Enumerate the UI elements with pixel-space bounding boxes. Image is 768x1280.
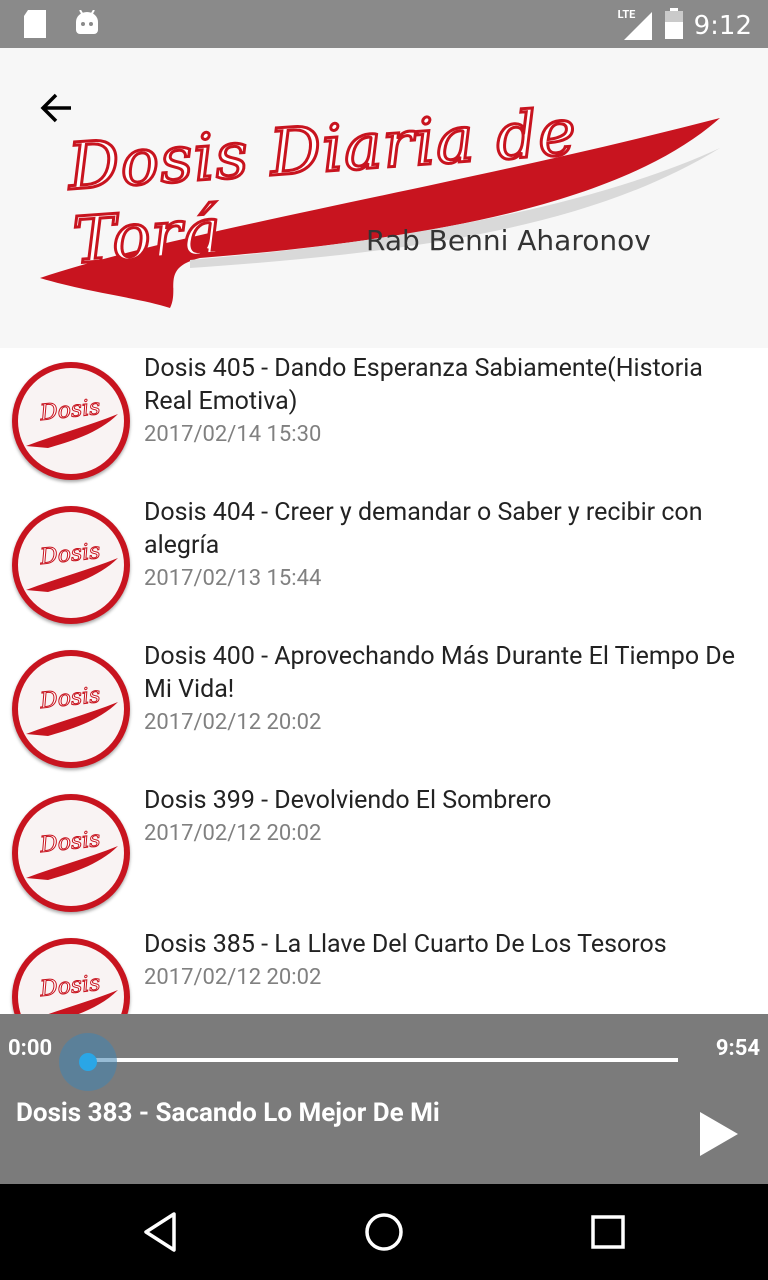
nav-home-button[interactable] xyxy=(360,1208,408,1256)
header: Dosis Diaria de Torá Rab Benni Aharonov xyxy=(0,48,768,348)
back-button[interactable] xyxy=(32,84,80,132)
status-clock: 9:12 xyxy=(693,11,752,41)
square-recents-icon xyxy=(591,1215,625,1249)
list-item[interactable]: Dosis Dosis 385 - La Llave Del Cuarto De… xyxy=(0,924,768,1014)
lte-signal-icon: LTE xyxy=(618,8,654,42)
episode-thumbnail: Dosis xyxy=(12,794,130,912)
circle-home-icon xyxy=(365,1213,403,1251)
triangle-back-icon xyxy=(144,1212,176,1252)
status-bar: LTE 9:12 xyxy=(0,0,768,48)
list-item[interactable]: Dosis Dosis 404 - Creer y demandar o Sab… xyxy=(0,492,768,636)
episode-thumbnail: Dosis xyxy=(12,362,130,480)
list-item[interactable]: Dosis Dosis 399 - Devolviendo El Sombrer… xyxy=(0,780,768,924)
episode-title: Dosis 399 - Devolviendo El Sombrero xyxy=(144,786,552,815)
list-item[interactable]: Dosis Dosis 405 - Dando Esperanza Sabiam… xyxy=(0,348,768,492)
arrow-left-icon xyxy=(40,93,71,123)
battery-icon xyxy=(664,8,684,44)
system-nav-bar xyxy=(0,1184,768,1280)
episode-list[interactable]: Dosis Dosis 405 - Dando Esperanza Sabiam… xyxy=(0,348,768,1014)
sd-card-icon xyxy=(22,10,48,42)
episode-date: 2017/02/12 20:02 xyxy=(144,965,322,990)
play-button[interactable] xyxy=(690,1106,746,1162)
seek-bar[interactable] xyxy=(88,1058,678,1062)
episode-date: 2017/02/12 20:02 xyxy=(144,821,322,846)
current-time: 0:00 xyxy=(8,1036,53,1061)
episode-thumbnail: Dosis xyxy=(12,506,130,624)
seek-thumb[interactable] xyxy=(59,1033,117,1091)
episode-thumbnail: Dosis xyxy=(12,938,130,1014)
list-item[interactable]: Dosis Dosis 400 - Aprovechando Más Duran… xyxy=(0,636,768,780)
episode-date: 2017/02/14 15:30 xyxy=(144,422,322,447)
episode-title: Dosis 400 - Aprovechando Más Durante El … xyxy=(144,642,735,704)
nav-recents-button[interactable] xyxy=(584,1208,632,1256)
episode-thumbnail: Dosis xyxy=(12,650,130,768)
episode-date: 2017/02/13 15:44 xyxy=(144,566,322,591)
media-player: 0:00 9:54 Dosis 383 - Sacando Lo Mejor D… xyxy=(0,1014,768,1184)
now-playing-title: Dosis 383 - Sacando Lo Mejor De Mi xyxy=(16,1098,440,1128)
episode-title: Dosis 404 - Creer y demandar o Saber y r… xyxy=(144,498,703,560)
app-logo: Dosis Diaria de Torá Rab Benni Aharonov xyxy=(30,78,730,338)
episode-title: Dosis 385 - La Llave Del Cuarto De Los T… xyxy=(144,930,667,959)
duration: 9:54 xyxy=(715,1036,760,1061)
episode-date: 2017/02/12 20:02 xyxy=(144,710,322,735)
episode-title: Dosis 405 - Dando Esperanza Sabiamente(H… xyxy=(144,354,703,416)
play-icon xyxy=(700,1112,738,1156)
nav-back-button[interactable] xyxy=(136,1208,184,1256)
android-icon xyxy=(74,9,100,42)
logo-subtitle: Rab Benni Aharonov xyxy=(366,224,651,257)
